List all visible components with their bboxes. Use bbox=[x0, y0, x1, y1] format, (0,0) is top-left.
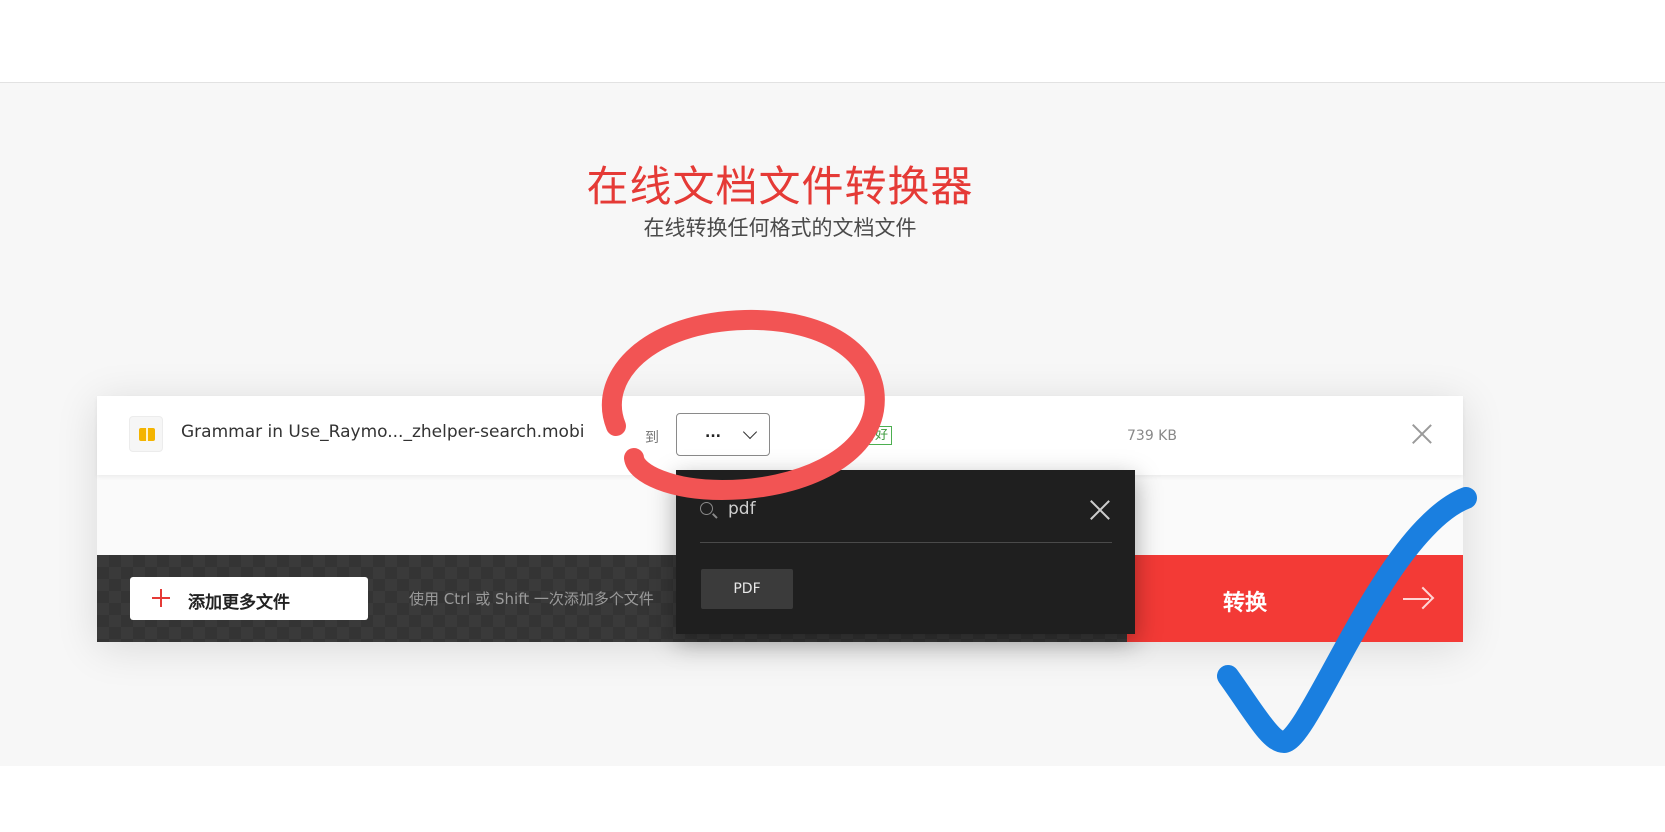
format-select-value: ... bbox=[705, 425, 721, 441]
arrow-right-icon bbox=[1403, 585, 1435, 613]
chevron-down-icon bbox=[742, 424, 758, 440]
file-row: Grammar in Use_Raymo..._zhelper-search.m… bbox=[97, 396, 1463, 475]
remove-file-close-icon[interactable] bbox=[1411, 423, 1433, 445]
dropdown-divider bbox=[700, 542, 1112, 543]
top-header-bar bbox=[0, 0, 1665, 83]
book-icon bbox=[129, 416, 163, 452]
format-select[interactable]: ... bbox=[676, 413, 770, 456]
plus-icon bbox=[150, 587, 172, 609]
page-footer-area bbox=[0, 766, 1665, 832]
format-option-pdf[interactable]: PDF bbox=[701, 569, 793, 609]
convert-button-label: 转换 bbox=[1223, 591, 1268, 616]
format-dropdown: PDF bbox=[676, 470, 1135, 634]
multi-select-hint: 使用 Ctrl 或 Shift 一次添加多个文件 bbox=[409, 590, 654, 608]
file-name: Grammar in Use_Raymo..._zhelper-search.m… bbox=[181, 422, 585, 442]
add-more-files-label: 添加更多文件 bbox=[188, 593, 290, 613]
file-size: 739 KB bbox=[1127, 428, 1177, 444]
add-more-files-button[interactable]: 添加更多文件 bbox=[130, 577, 368, 620]
status-badge: 备好 bbox=[858, 426, 893, 445]
to-label: 到 bbox=[645, 430, 659, 446]
page-title: 在线文档文件转换器 bbox=[586, 162, 974, 211]
clear-search-close-icon[interactable] bbox=[1090, 500, 1110, 520]
convert-button[interactable]: 转换 bbox=[1127, 555, 1463, 642]
format-search-input[interactable] bbox=[728, 496, 1028, 522]
page-subtitle: 在线转换任何格式的文档文件 bbox=[643, 216, 917, 240]
search-icon bbox=[700, 502, 718, 520]
